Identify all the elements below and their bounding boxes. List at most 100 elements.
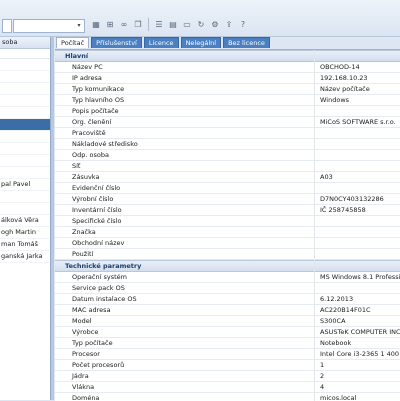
person-list-item[interactable]: [0, 71, 50, 83]
property-row[interactable]: Model S300CA: [55, 316, 400, 327]
property-label: Název PC: [72, 63, 103, 71]
list-icon[interactable]: ☰: [153, 18, 165, 31]
property-value[interactable]: D7N0CY403132286: [320, 194, 384, 204]
property-row[interactable]: Specifické číslo: [55, 216, 400, 227]
refresh-icon[interactable]: ↻: [195, 18, 207, 31]
property-row[interactable]: Zásuvka A03: [55, 172, 400, 183]
property-row[interactable]: Evidenční číslo: [55, 183, 400, 194]
person-list-item[interactable]: [0, 107, 50, 119]
property-row[interactable]: Inventární číslo IČ 258745858: [55, 205, 400, 216]
person-list-item[interactable]: pal Pavel: [0, 179, 50, 191]
tab-licence[interactable]: Licence: [143, 37, 179, 48]
person-list-item[interactable]: man Tomáš: [0, 239, 50, 251]
property-row[interactable]: Název PC OBCHOD-14: [55, 62, 400, 73]
property-value[interactable]: 6.12.2013: [320, 294, 353, 304]
property-label: IP adresa: [72, 74, 102, 82]
property-value[interactable]: Notebook: [320, 338, 351, 348]
gear-icon[interactable]: ⚙: [209, 18, 221, 31]
property-row[interactable]: Vlákna 4: [55, 382, 400, 393]
link-icon[interactable]: ∞: [118, 18, 130, 31]
person-list-filter-row[interactable]: [0, 49, 50, 59]
property-row[interactable]: Jádra 2: [55, 371, 400, 382]
property-value[interactable]: 1: [320, 360, 324, 370]
person-list-item[interactable]: ganská Jarka: [0, 251, 50, 263]
person-list-item[interactable]: álková Věra: [0, 215, 50, 227]
property-value[interactable]: AC220B14F01C: [320, 305, 371, 315]
person-list-item[interactable]: [0, 119, 50, 131]
property-label: MAC adresa: [72, 306, 111, 314]
property-row[interactable]: Procesor Intel Core i3-2365 1 400 MHz: [55, 349, 400, 360]
property-label: Vlákna: [72, 383, 95, 391]
property-label: Pracoviště: [72, 129, 106, 137]
person-list-item[interactable]: ogh Martin: [0, 227, 50, 239]
property-value[interactable]: Intel Core i3-2365 1 400 MHz: [320, 349, 400, 359]
tab-pocitac[interactable]: Počítač: [56, 37, 90, 48]
property-value[interactable]: OBCHOD-14: [320, 62, 360, 72]
property-row[interactable]: Org. členění MiCoS SOFTWARE s.r.o.: [55, 117, 400, 128]
property-value[interactable]: S300CA: [320, 316, 346, 326]
panel-splitter[interactable]: [51, 37, 54, 400]
property-row[interactable]: Odp. osoba: [55, 150, 400, 161]
person-list-item[interactable]: [0, 59, 50, 71]
person-list-item[interactable]: [0, 155, 50, 167]
property-label: Nákladové středisko: [72, 140, 138, 148]
person-list-item[interactable]: [0, 191, 50, 203]
property-row[interactable]: Nákladové středisko: [55, 139, 400, 150]
property-value[interactable]: IČ 258745858: [320, 205, 366, 215]
person-list-item[interactable]: [0, 143, 50, 155]
property-value[interactable]: A03: [320, 172, 333, 182]
section-header[interactable]: Technické parametry: [55, 260, 400, 272]
property-row[interactable]: Service pack OS: [55, 283, 400, 294]
person-list-item[interactable]: [0, 203, 50, 215]
property-row[interactable]: Značka: [55, 227, 400, 238]
person-list-item[interactable]: [0, 83, 50, 95]
property-value[interactable]: 2: [320, 371, 324, 381]
property-row[interactable]: Počet procesorů 1: [55, 360, 400, 371]
grid-icon[interactable]: ▦: [90, 18, 102, 31]
help-icon[interactable]: ?: [237, 18, 249, 31]
property-value[interactable]: Název počítače: [320, 84, 370, 94]
section-header[interactable]: Hlavní: [55, 50, 400, 62]
property-value[interactable]: Windows: [320, 95, 349, 105]
small-combo-box[interactable]: [2, 19, 12, 33]
tab-prislusenstvi[interactable]: Příslušenství: [91, 37, 142, 48]
property-label: Výrobce: [72, 328, 99, 336]
property-row[interactable]: Typ počítače Notebook: [55, 338, 400, 349]
property-row[interactable]: Popis počítače: [55, 106, 400, 117]
property-row[interactable]: IP adresa 192.168.10.23: [55, 73, 400, 84]
copy-icon[interactable]: ❐: [132, 18, 144, 31]
property-row[interactable]: Typ komunikace Název počítače: [55, 84, 400, 95]
chevron-down-icon[interactable]: ▾: [74, 20, 84, 32]
property-row[interactable]: Výrobní číslo D7N0CY403132286: [55, 194, 400, 205]
property-value[interactable]: ASUSTeK COMPUTER INC.: [320, 327, 400, 337]
person-list-item[interactable]: [0, 95, 50, 107]
property-value[interactable]: MiCoS SOFTWARE s.r.o.: [320, 117, 396, 127]
property-value[interactable]: 4: [320, 382, 324, 392]
property-row[interactable]: MAC adresa AC220B14F01C: [55, 305, 400, 316]
export-icon[interactable]: ⇪: [223, 18, 235, 31]
property-row[interactable]: Použití: [55, 249, 400, 260]
property-value[interactable]: 192.168.10.23: [320, 73, 368, 83]
person-list-header[interactable]: soba: [0, 37, 50, 49]
person-list-item[interactable]: [0, 167, 50, 179]
property-value[interactable]: MS Windows 8.1 Professional: [320, 272, 400, 282]
property-label: Typ počítače: [72, 339, 113, 347]
property-label: Typ hlavního OS: [72, 96, 125, 104]
property-row[interactable]: Pracoviště: [55, 128, 400, 139]
toolbar-buttons: ▦ ⊞ ∞ ❐ ☰ ▤ ▭ ↻ ⚙ ⇪ ?: [90, 18, 249, 31]
property-row[interactable]: Výrobce ASUSTeK COMPUTER INC.: [55, 327, 400, 338]
property-label: Popis počítače: [72, 107, 119, 115]
table-icon[interactable]: ▤: [167, 18, 179, 31]
property-row[interactable]: Síť: [55, 161, 400, 172]
add-icon[interactable]: ⊞: [104, 18, 116, 31]
property-row[interactable]: Obchodní název: [55, 238, 400, 249]
window-icon[interactable]: ▭: [181, 18, 193, 31]
property-row[interactable]: Datum instalace OS 6.12.2013: [55, 294, 400, 305]
tab-nelegalni[interactable]: Nelegální: [180, 37, 222, 48]
filter-combo-box[interactable]: ▾: [13, 19, 85, 33]
property-row[interactable]: Typ hlavního OS Windows: [55, 95, 400, 106]
tab-bez-licence[interactable]: Bez licence: [223, 37, 270, 48]
tab-bar: Počítač Příslušenství Licence Nelegální Bez …: [56, 37, 270, 48]
property-row[interactable]: Operační systém MS Windows 8.1 Profession…: [55, 272, 400, 283]
person-list-item[interactable]: [0, 131, 50, 143]
